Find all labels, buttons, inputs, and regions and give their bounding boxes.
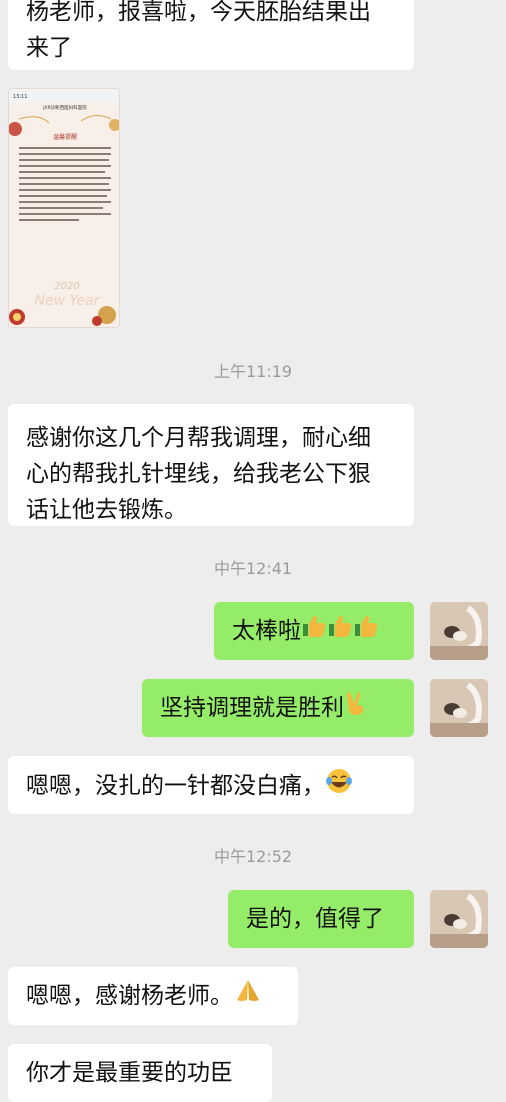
victory-hand-icon [344, 690, 368, 727]
message-bubble-incoming[interactable]: 感谢你这几个月帮我调理，耐心细 心的帮我扎针埋线，给我老公下狠 话让他去锻炼。 [8, 404, 414, 526]
message-bubble-outgoing[interactable]: 坚持调理就是胜利 [142, 679, 414, 737]
message-text-line: 来了 [26, 35, 72, 61]
timestamp: 中午12:41 [213, 559, 293, 578]
image-message[interactable]: 13:11 JXR诊断西医妇科医院 温馨提醒 2020 New Year [8, 88, 120, 328]
thumbs-up-icon [353, 613, 379, 650]
avatar-image [430, 679, 488, 737]
message-text: 你才是最重要的功臣 [26, 1060, 233, 1086]
message-text: 坚持调理就是胜利 [160, 695, 344, 721]
timestamp: 上午11:19 [213, 362, 293, 381]
message-text-line: 话让他去锻炼。 [26, 497, 187, 523]
thumbs-up-icon [327, 613, 353, 650]
message-text: 嗯嗯，感谢杨老师。 [26, 983, 233, 1009]
image-card-title: 温馨提醒 [53, 133, 77, 141]
image-status-time: 13:11 [13, 94, 27, 100]
message-bubble-incoming[interactable]: 嗯嗯，没扎的一针都没白痛， [8, 756, 414, 814]
timestamp: 中午12:52 [213, 847, 293, 866]
message-text-line: 杨老师，报喜啦，今天胚胎结果出 [26, 0, 371, 25]
message-bubble-incoming[interactable]: 你才是最重要的功臣 [8, 1044, 272, 1102]
message-bubble-incoming[interactable]: 杨老师，报喜啦，今天胚胎结果出 来了 [8, 0, 414, 70]
message-text-line: 感谢你这几个月帮我调理，耐心细 [26, 425, 371, 451]
folded-hands-icon [233, 978, 263, 1015]
message-text: 嗯嗯，没扎的一针都没白痛， [26, 773, 325, 799]
image-header-title: JXR诊断西医妇科医院 [42, 104, 87, 111]
avatar[interactable] [430, 890, 488, 948]
image-year-text: 2020 [54, 281, 79, 292]
avatar[interactable] [430, 602, 488, 660]
tears-of-joy-icon [325, 767, 353, 806]
message-text-line: 心的帮我扎针埋线，给我老公下狠 [26, 461, 371, 487]
avatar-image [430, 602, 488, 660]
message-bubble-outgoing[interactable]: 是的，值得了 [228, 890, 414, 948]
message-bubble-incoming[interactable]: 嗯嗯，感谢杨老师。 [8, 967, 298, 1025]
message-text: 是的，值得了 [246, 906, 384, 932]
thumbs-up-icon [301, 613, 327, 650]
image-thumbnail: 13:11 JXR诊断西医妇科医院 温馨提醒 2020 New Year [9, 89, 119, 327]
message-bubble-outgoing[interactable]: 太棒啦 [214, 602, 414, 660]
avatar[interactable] [430, 679, 488, 737]
message-text: 太棒啦 [232, 618, 301, 644]
image-signature-text: New Year [35, 293, 101, 309]
avatar-image [430, 890, 488, 948]
